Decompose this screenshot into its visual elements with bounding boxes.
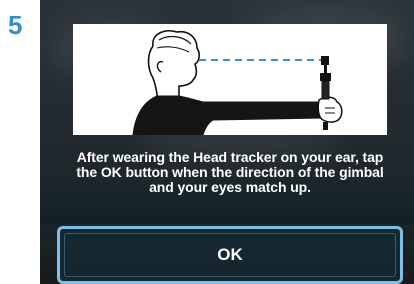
phone-screen: After wearing the Head tracker on your e… xyxy=(40,0,414,284)
ok-button-label: OK xyxy=(217,245,243,264)
ok-button[interactable]: OK xyxy=(57,226,403,284)
step-number: 5 xyxy=(8,10,23,40)
instruction-text: After wearing the Head tracker on your e… xyxy=(76,149,384,195)
gimbal-alignment-illustration xyxy=(73,24,387,135)
person-holding-gimbal-illustration xyxy=(132,30,343,135)
